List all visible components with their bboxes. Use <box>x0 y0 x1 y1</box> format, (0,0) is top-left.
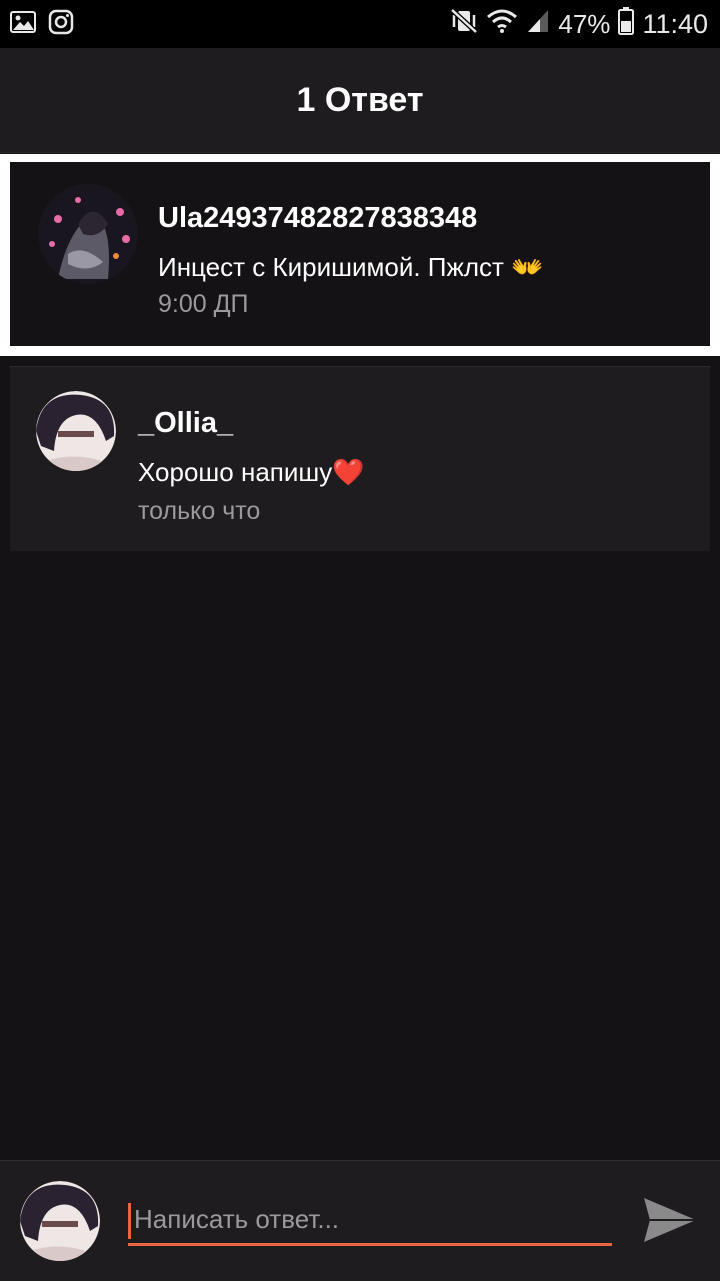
comment-text: Инцест с Киришимой. Пжлст 👐 <box>158 252 544 282</box>
gallery-icon <box>10 10 36 38</box>
reply-time: только что <box>138 497 261 525</box>
reply-text: Хорошо напишу❤️ <box>138 457 365 487</box>
comment-time: 9:00 ДП <box>158 290 249 318</box>
parent-comment-highlight: Ula24937482827838348 Инцест с Киришимой.… <box>0 154 720 356</box>
wifi-icon <box>486 8 518 41</box>
avatar[interactable] <box>38 184 138 284</box>
avatar <box>20 1181 100 1261</box>
page-title: 1 Ответ <box>296 80 424 119</box>
status-bar: 47% 11:40 <box>0 0 720 48</box>
instagram-icon <box>48 9 74 40</box>
reply-comment[interactable]: _Ollia_ Хорошо напишу❤️ только что <box>10 366 710 551</box>
clock: 11:40 <box>642 8 708 39</box>
send-icon <box>644 1198 696 1242</box>
avatar[interactable] <box>36 391 116 471</box>
signal-icon <box>526 8 550 41</box>
vibrate-mute-icon <box>450 7 479 41</box>
battery-percent: 47% <box>558 8 611 39</box>
reply-input[interactable] <box>128 1196 612 1246</box>
reply-author[interactable]: _Ollia_ <box>138 407 233 440</box>
header: 1 Ответ <box>0 48 720 153</box>
battery-icon <box>618 6 635 42</box>
send-button[interactable] <box>640 1190 700 1250</box>
reply-composer <box>0 1160 720 1281</box>
comment-author[interactable]: Ula24937482827838348 <box>158 202 477 235</box>
text-cursor <box>128 1203 131 1239</box>
parent-comment[interactable]: Ula24937482827838348 Инцест с Киришимой.… <box>10 162 710 346</box>
